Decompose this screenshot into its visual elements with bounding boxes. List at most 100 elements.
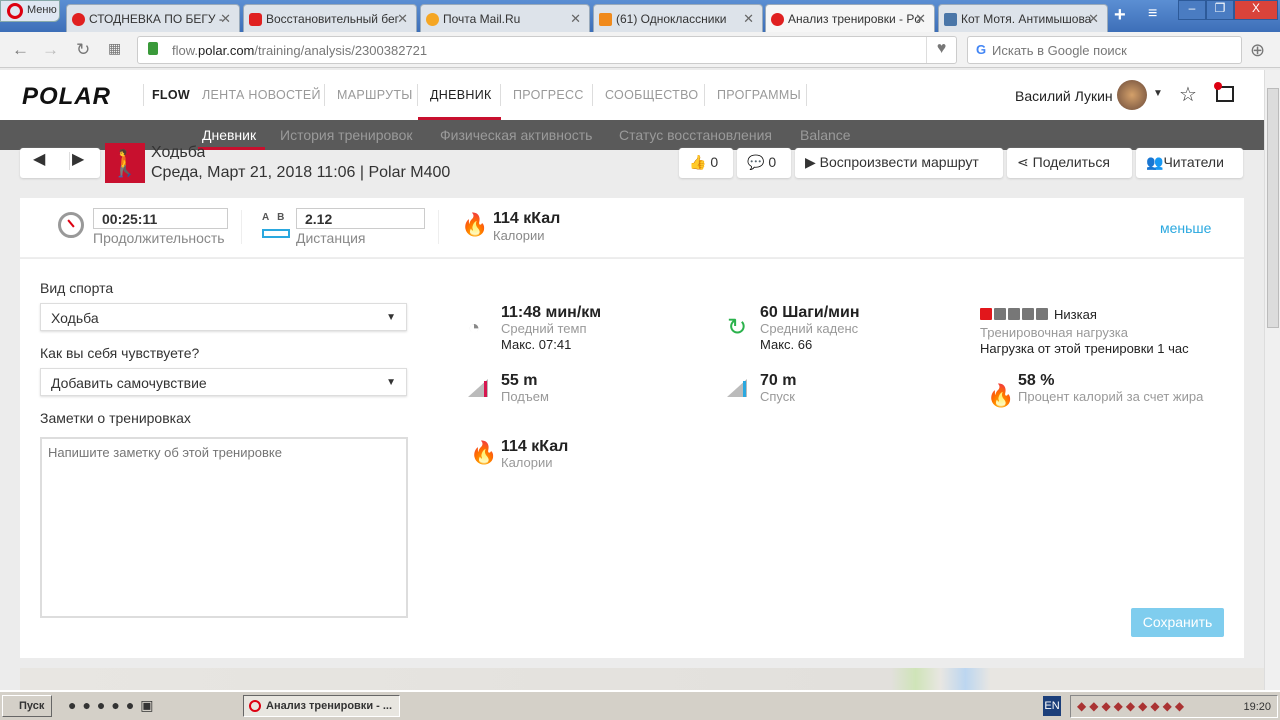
nav-news[interactable]: ЛЕНТА НОВОСТЕЙ (202, 88, 321, 102)
new-tab-button[interactable]: + (1114, 4, 1126, 27)
start-button[interactable]: Пуск (2, 695, 52, 717)
language-indicator[interactable]: EN (1043, 696, 1061, 716)
close-tab-icon[interactable]: ✕ (915, 11, 926, 27)
like-button[interactable]: 👍 0 (679, 148, 733, 178)
browser-tab-active[interactable]: Анализ тренировки - Po ✕ (765, 4, 935, 32)
share-icon: ⋖ (1017, 154, 1029, 170)
restore-button[interactable]: ❐ (1206, 0, 1234, 20)
followers-button[interactable]: 👥Читатели (1136, 148, 1243, 178)
minimize-button[interactable]: – (1178, 0, 1206, 20)
vk-icon (944, 13, 957, 26)
star-icon[interactable]: ☆ (1179, 82, 1197, 107)
play-route-button[interactable]: ▶ Воспроизвести маршрут (795, 148, 1003, 178)
prev-icon[interactable]: ◀ (33, 149, 45, 169)
ascent-icon (468, 379, 488, 397)
ab-label: A B (262, 212, 285, 223)
google-icon: G (976, 42, 987, 57)
share-button[interactable]: ⋖ Поделиться (1007, 148, 1132, 178)
close-tab-icon[interactable]: ✕ (220, 11, 231, 27)
search-input[interactable]: G Искать в Google поиск (967, 36, 1242, 64)
duration-field[interactable]: 00:25:11 (93, 208, 228, 229)
people-icon: 👥 (1146, 154, 1164, 170)
subnav-activity[interactable]: Физическая активность (440, 127, 592, 143)
page-scrollbar[interactable] (1264, 70, 1280, 690)
close-window-button[interactable]: X (1234, 0, 1278, 20)
reload-icon[interactable]: ↻ (76, 40, 90, 60)
close-tab-icon[interactable]: ✕ (570, 11, 581, 27)
system-tray: ◆◆◆◆◆◆◆◆◆ 19:20 (1070, 695, 1278, 718)
tab-title: (61) Одноклассники (616, 12, 727, 26)
feeling-select[interactable]: Добавить самочувствие ▼ (40, 368, 407, 396)
calories-label: Калории (493, 228, 545, 243)
distance-field[interactable]: 2.12 (296, 208, 425, 229)
tab-title: Кот Мотя. Антимышова (961, 12, 1092, 26)
flame-icon: 🔥 (461, 212, 489, 237)
browser-tab[interactable]: Кот Мотя. Антимышова ✕ (938, 4, 1108, 32)
nav-routes[interactable]: МАРШРУТЫ (337, 88, 413, 102)
lock-icon (148, 42, 158, 55)
nav-programs[interactable]: ПРОГРАММЫ (717, 88, 801, 102)
feeling-value: Добавить самочувствие (51, 375, 207, 391)
avatar[interactable] (1117, 80, 1147, 110)
close-tab-icon[interactable]: ✕ (1088, 11, 1099, 27)
less-link[interactable]: меньше (1160, 220, 1211, 236)
polar-header: POLAR FLOW ЛЕНТА НОВОСТЕЙ МАРШРУТЫ ДНЕВН… (0, 70, 1264, 120)
browser-tab[interactable]: СТОДНЕВКА ПО БЕГУ - ✕ (66, 4, 240, 32)
url-domain: polar.com (198, 43, 255, 58)
ascent-label: Подъем (501, 389, 549, 404)
sport-title: Ходьба (151, 145, 206, 159)
close-tab-icon[interactable]: ✕ (397, 11, 408, 27)
sport-select[interactable]: Ходьба ▼ (40, 303, 407, 331)
subnav-diary[interactable]: Дневник (202, 127, 256, 143)
nav-community[interactable]: СООБЩЕСТВО (605, 88, 698, 102)
forward-icon[interactable]: → (42, 40, 59, 60)
notes-textarea[interactable] (40, 437, 408, 618)
subnav-recovery[interactable]: Статус восстановления (619, 127, 772, 143)
mail-icon (426, 13, 439, 26)
subnav-history[interactable]: История тренировок (280, 127, 412, 143)
browser-tab[interactable]: Восстановительный бег ✕ (243, 4, 417, 32)
calories-value: 114 кКал (493, 210, 561, 227)
comment-button[interactable]: 💬 0 (737, 148, 791, 178)
chevron-down-icon[interactable]: ▼ (1153, 88, 1163, 99)
heart-icon[interactable]: ♥ (926, 37, 956, 63)
notifications-icon[interactable] (1214, 82, 1234, 102)
quick-launch-icons[interactable]: ●●●●●▣ (68, 697, 160, 714)
distance-label: Дистанция (296, 230, 366, 246)
browser-tab[interactable]: (61) Одноклассники ✕ (593, 4, 763, 32)
menu-label: Меню (27, 4, 57, 16)
back-icon[interactable]: ← (12, 40, 29, 60)
nav-progress[interactable]: ПРОГРЕСС (513, 88, 584, 102)
cadence-value: 60 Шаги/мин (760, 304, 860, 321)
next-icon[interactable]: ▶ (72, 149, 84, 169)
scrollbar-thumb[interactable] (1267, 88, 1279, 328)
windows-taskbar: Пуск ●●●●●▣ Анализ тренировки - ... EN ◆… (0, 690, 1280, 720)
polar-favicon-icon (771, 13, 784, 26)
taskbar-window-button[interactable]: Анализ тренировки - ... (243, 695, 400, 717)
subnav-balance[interactable]: Balance (800, 127, 851, 143)
speed-dial-icon[interactable]: ▦ (108, 40, 121, 57)
followers-label: Читатели (1163, 154, 1224, 170)
url-input[interactable]: flow.polar.com/training/analysis/2300382… (137, 36, 957, 64)
save-button[interactable]: Сохранить (1131, 608, 1224, 637)
task-label: Анализ тренировки - ... (266, 700, 393, 712)
load-segment (994, 308, 1006, 320)
browser-menu-button[interactable]: Меню (0, 0, 60, 22)
search-placeholder: Искать в Google поиск (992, 43, 1127, 58)
polar-logo[interactable]: POLAR (22, 83, 111, 111)
nav-diary[interactable]: ДНЕВНИК (430, 88, 492, 102)
route-map[interactable] (20, 668, 1264, 690)
address-bar-row: ← → ↻ ▦ flow.polar.com/training/analysis… (0, 32, 1280, 68)
download-icon[interactable]: ⊕ (1250, 40, 1265, 61)
descent-value: 70 m (760, 372, 797, 389)
url-prefix: flow. (172, 43, 199, 58)
tray-icons[interactable]: ◆◆◆◆◆◆◆◆◆ (1077, 699, 1187, 713)
tab-menu-icon[interactable]: ≡ (1148, 5, 1157, 23)
user-name[interactable]: Василий Лукин (1015, 88, 1113, 104)
sport-label: Вид спорта (40, 280, 114, 296)
fat-percent-label: Процент калорий за счет жира (1018, 389, 1204, 404)
browser-tab[interactable]: Почта Mail.Ru ✕ (420, 4, 590, 32)
play-icon: ▶ (805, 154, 816, 170)
training-pager: ◀ ▶ (20, 148, 100, 178)
close-tab-icon[interactable]: ✕ (743, 11, 754, 27)
